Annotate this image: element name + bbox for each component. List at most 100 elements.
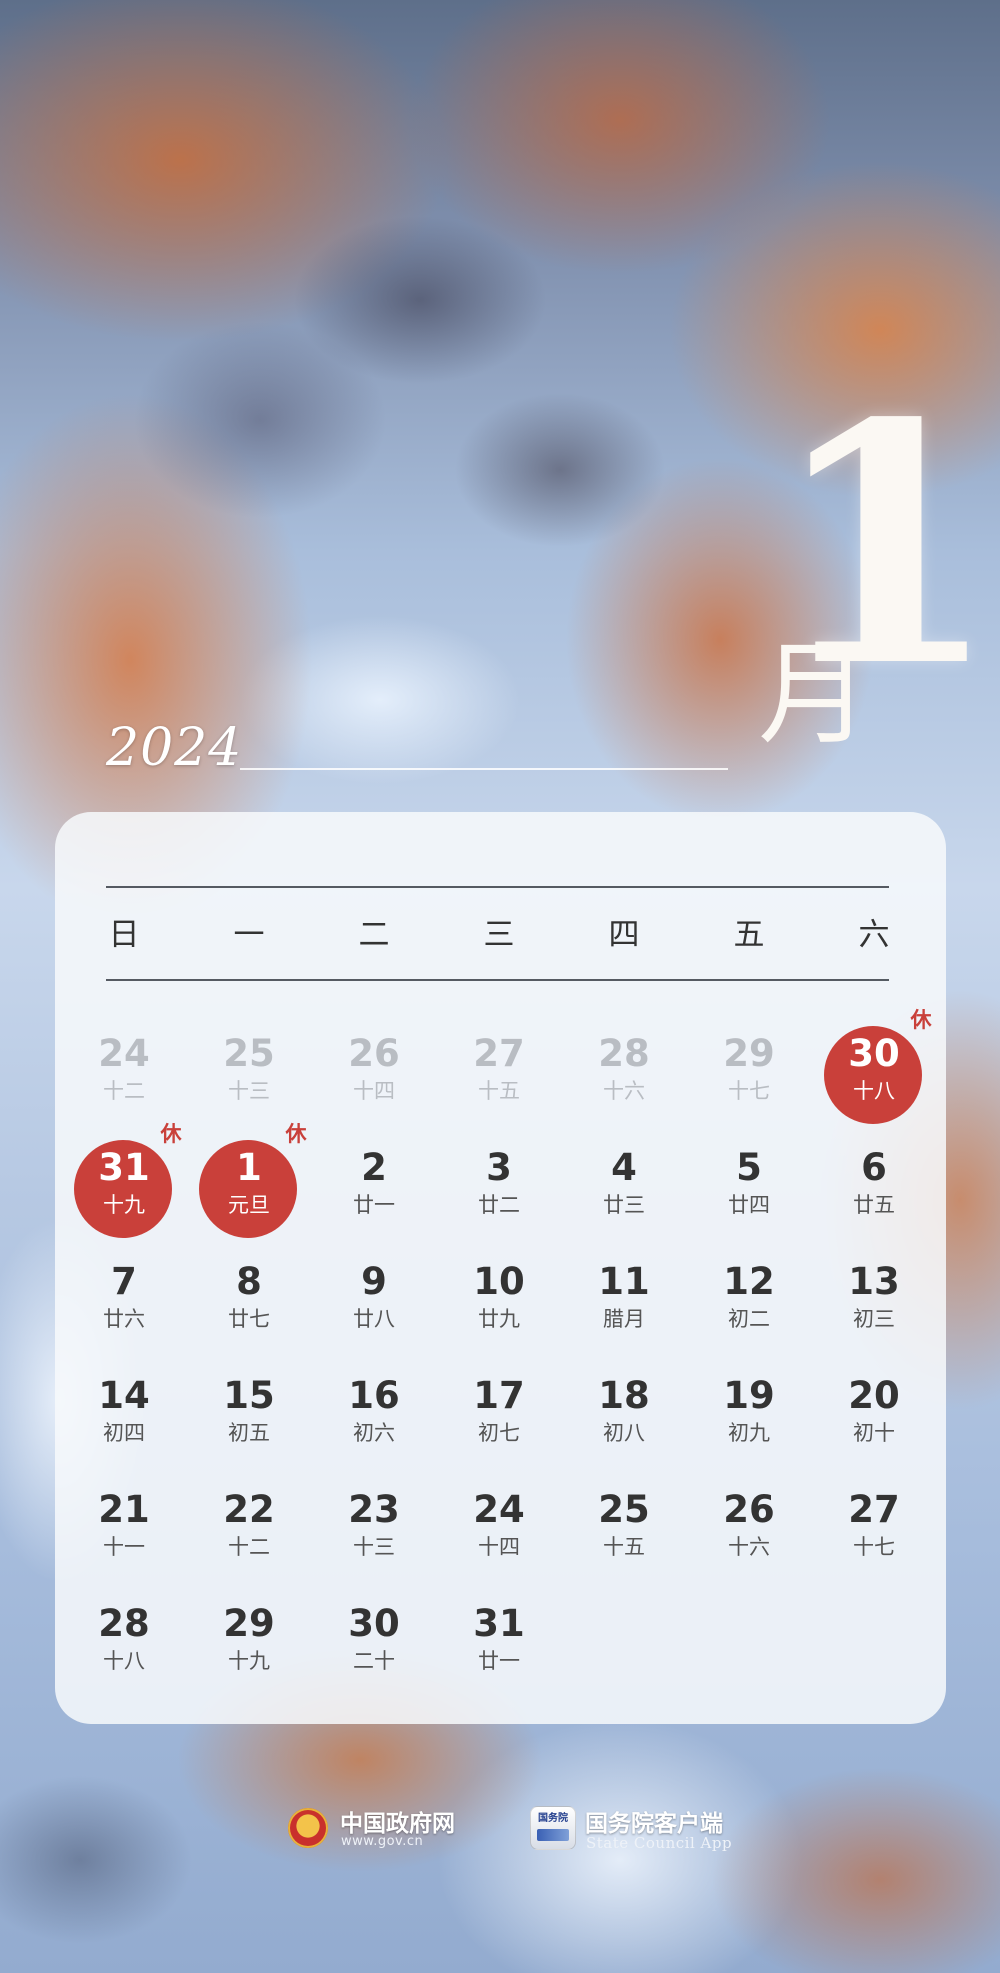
day-number: 25 bbox=[223, 1032, 275, 1075]
day-number: 31 bbox=[98, 1146, 150, 1189]
lunar-date: 初四 bbox=[103, 1421, 145, 1445]
day-cell: 11 腊月 bbox=[574, 1254, 674, 1354]
day-cell: 24 十二 bbox=[74, 1026, 174, 1126]
gov-site-name: 中国政府网 bbox=[340, 1811, 455, 1837]
day-cell: 27 十七 bbox=[824, 1482, 924, 1582]
lunar-date: 初六 bbox=[353, 1421, 395, 1445]
lunar-date: 十四 bbox=[478, 1535, 520, 1559]
day-number: 29 bbox=[223, 1602, 275, 1645]
app-name: 国务院客户端 bbox=[585, 1811, 723, 1837]
lunar-date: 腊月 bbox=[603, 1307, 645, 1331]
lunar-date: 十五 bbox=[603, 1535, 645, 1559]
day-cell: 21 十一 bbox=[74, 1482, 174, 1582]
day-number: 14 bbox=[98, 1374, 150, 1417]
day-cell: 26 十四 bbox=[324, 1026, 424, 1126]
day-cell: 29 十七 bbox=[699, 1026, 799, 1126]
day-cell: 19 初九 bbox=[699, 1368, 799, 1468]
day-cell: 13 初三 bbox=[824, 1254, 924, 1354]
lunar-date: 初八 bbox=[603, 1421, 645, 1445]
weekday-label: 日 bbox=[108, 917, 140, 953]
day-cell: 22 十二 bbox=[199, 1482, 299, 1582]
day-number: 23 bbox=[348, 1488, 400, 1531]
lunar-date: 初十 bbox=[853, 1421, 895, 1445]
day-number: 9 bbox=[361, 1260, 387, 1303]
lunar-date: 十一 bbox=[103, 1535, 145, 1559]
day-number: 4 bbox=[611, 1146, 637, 1189]
day-cell: 31 廿一 bbox=[449, 1596, 549, 1696]
lunar-date: 十八 bbox=[853, 1079, 895, 1103]
app-subtitle: State Council App bbox=[586, 1834, 733, 1852]
day-cell: 2 廿一 bbox=[324, 1140, 424, 1240]
day-cell: 27 十五 bbox=[449, 1026, 549, 1126]
day-number: 6 bbox=[861, 1146, 887, 1189]
lunar-date: 廿四 bbox=[728, 1193, 770, 1217]
rest-day-badge: 休 bbox=[160, 1122, 182, 1146]
lunar-date: 廿一 bbox=[353, 1193, 395, 1217]
lunar-date: 廿六 bbox=[103, 1307, 145, 1331]
weekday-label: 四 bbox=[608, 917, 640, 953]
weekday-label: 六 bbox=[858, 917, 890, 953]
day-number: 26 bbox=[723, 1488, 775, 1531]
lunar-date: 初三 bbox=[853, 1307, 895, 1331]
day-number: 28 bbox=[98, 1602, 150, 1645]
lunar-date: 十三 bbox=[353, 1535, 395, 1559]
day-number: 3 bbox=[486, 1146, 512, 1189]
lunar-date: 十六 bbox=[728, 1535, 770, 1559]
day-cell: 16 初六 bbox=[324, 1368, 424, 1468]
day-number: 19 bbox=[723, 1374, 775, 1417]
day-number: 17 bbox=[473, 1374, 525, 1417]
day-cell: 31 十九 休 bbox=[74, 1122, 182, 1240]
lunar-date: 初七 bbox=[478, 1421, 520, 1445]
lunar-date: 廿二 bbox=[478, 1193, 520, 1217]
day-number: 5 bbox=[736, 1146, 762, 1189]
lunar-date: 十二 bbox=[228, 1535, 270, 1559]
gov-site-url: www.gov.cn bbox=[341, 1834, 424, 1849]
year-label: 2024 bbox=[106, 718, 243, 778]
day-number: 31 bbox=[473, 1602, 525, 1645]
national-emblem-icon bbox=[288, 1808, 328, 1848]
lunar-date: 十九 bbox=[228, 1649, 270, 1673]
lunar-date: 十九 bbox=[103, 1193, 145, 1217]
day-cell: 17 初七 bbox=[449, 1368, 549, 1468]
lunar-date: 元旦 bbox=[228, 1193, 270, 1217]
weekday-label: 五 bbox=[733, 917, 765, 953]
day-cell: 7 廿六 bbox=[74, 1254, 174, 1354]
day-number: 2 bbox=[361, 1146, 387, 1189]
day-cell: 23 十三 bbox=[324, 1482, 424, 1582]
lunar-date: 廿七 bbox=[228, 1307, 270, 1331]
footer: 中国政府网 www.gov.cn 国务院 国务院客户端 State Counci… bbox=[0, 1800, 1000, 1870]
lunar-date: 廿九 bbox=[478, 1307, 520, 1331]
day-number: 30 bbox=[848, 1032, 900, 1075]
year-underline bbox=[240, 768, 728, 770]
lunar-date: 廿三 bbox=[603, 1193, 645, 1217]
rest-day-badge: 休 bbox=[910, 1008, 932, 1032]
day-number: 25 bbox=[598, 1488, 650, 1531]
rest-day-badge: 休 bbox=[285, 1122, 307, 1146]
day-cell: 14 初四 bbox=[74, 1368, 174, 1468]
lunar-date: 初二 bbox=[728, 1307, 770, 1331]
day-cell: 9 廿八 bbox=[324, 1254, 424, 1354]
day-number: 1 bbox=[236, 1146, 262, 1189]
day-cell: 15 初五 bbox=[199, 1368, 299, 1468]
day-number: 22 bbox=[223, 1488, 275, 1531]
day-cell: 28 十六 bbox=[574, 1026, 674, 1126]
day-number: 12 bbox=[723, 1260, 775, 1303]
day-cell: 25 十五 bbox=[574, 1482, 674, 1582]
day-cell: 3 廿二 bbox=[449, 1140, 549, 1240]
month-char: 月 bbox=[758, 630, 870, 760]
lunar-date: 廿五 bbox=[853, 1193, 895, 1217]
day-number: 20 bbox=[848, 1374, 900, 1417]
lunar-date: 十二 bbox=[103, 1079, 145, 1103]
lunar-date: 十七 bbox=[728, 1079, 770, 1103]
lunar-date: 初九 bbox=[728, 1421, 770, 1445]
day-cell: 24 十四 bbox=[449, 1482, 549, 1582]
weekday-label: 一 bbox=[233, 917, 265, 953]
day-number: 11 bbox=[598, 1260, 650, 1303]
day-cell: 6 廿五 bbox=[824, 1140, 924, 1240]
day-number: 27 bbox=[473, 1032, 525, 1075]
app-icon-stripe bbox=[537, 1829, 569, 1841]
day-cell: 20 初十 bbox=[824, 1368, 924, 1468]
day-number: 26 bbox=[348, 1032, 400, 1075]
weekday-label: 三 bbox=[483, 917, 515, 953]
weekday-header: 日一二三四五六 bbox=[55, 910, 946, 960]
